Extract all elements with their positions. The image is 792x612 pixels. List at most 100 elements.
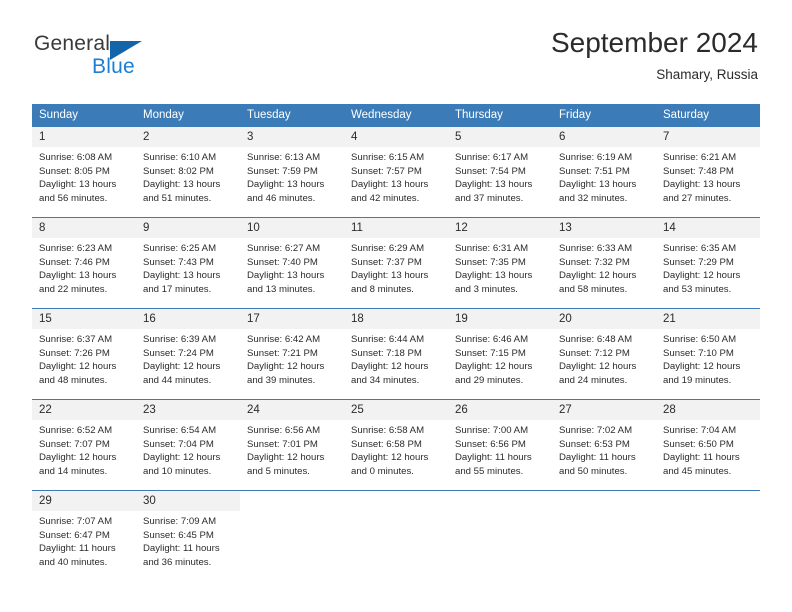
daylight-text-line1: Daylight: 12 hours xyxy=(351,361,429,373)
daylight-text-line1: Daylight: 13 hours xyxy=(247,179,325,191)
calendar-day-cell[interactable]: 17 Sunrise: 6:42 AM Sunset: 7:21 PM Dayligh… xyxy=(240,308,344,400)
calendar-day-cell[interactable]: 15 Sunrise: 6:37 AM Sunset: 7:26 PM Dayligh… xyxy=(32,308,136,400)
sunrise-text: Sunrise: 6:52 AM xyxy=(39,425,113,436)
daylight-text-line2: and 50 minutes. xyxy=(559,465,628,477)
day-number: 10 xyxy=(240,218,344,238)
daylight-text-line1: Daylight: 13 hours xyxy=(39,179,117,191)
calendar-day-cell[interactable]: 12 Sunrise: 6:31 AM Sunset: 7:35 PM Dayligh… xyxy=(448,217,552,309)
calendar-day-cell[interactable]: 10 Sunrise: 6:27 AM Sunset: 7:40 PM Dayligh… xyxy=(240,217,344,309)
daylight-text-line1: Daylight: 12 hours xyxy=(247,361,325,373)
sunrise-text: Sunrise: 7:07 AM xyxy=(39,516,113,527)
day-details: Sunrise: 6:19 AM Sunset: 7:51 PM Daylight:… xyxy=(552,147,656,205)
day-details: Sunrise: 6:48 AM Sunset: 7:12 PM Daylight:… xyxy=(552,329,656,387)
sunrise-text: Sunrise: 6:48 AM xyxy=(559,334,633,345)
daylight-text-line1: Daylight: 12 hours xyxy=(455,361,533,373)
calendar-day-cell[interactable]: 11 Sunrise: 6:29 AM Sunset: 7:37 PM Dayligh… xyxy=(344,217,448,309)
day-number: 20 xyxy=(552,309,656,329)
daylight-text-line1: Daylight: 12 hours xyxy=(559,270,637,282)
sunset-text: Sunset: 7:46 PM xyxy=(39,256,110,268)
weekday-header-tuesday: Tuesday xyxy=(240,104,344,127)
sunset-text: Sunset: 6:50 PM xyxy=(663,438,734,450)
sunrise-text: Sunrise: 6:23 AM xyxy=(39,243,113,254)
sunset-text: Sunset: 7:54 PM xyxy=(455,165,526,177)
calendar-day-cell[interactable]: 24 Sunrise: 6:56 AM Sunset: 7:01 PM Dayligh… xyxy=(240,399,344,491)
calendar-week-row: 1 Sunrise: 6:08 AM Sunset: 8:05 PM Daylight… xyxy=(32,127,760,218)
calendar-day-cell[interactable]: 20 Sunrise: 6:48 AM Sunset: 7:12 PM Dayligh… xyxy=(552,308,656,400)
calendar-day-cell[interactable]: 18 Sunrise: 6:44 AM Sunset: 7:18 PM Dayligh… xyxy=(344,308,448,400)
calendar-day-cell[interactable]: 26 Sunrise: 7:00 AM Sunset: 6:56 PM Dayligh… xyxy=(448,399,552,491)
calendar-day-cell[interactable]: 6 Sunrise: 6:19 AM Sunset: 7:51 PM Daylight… xyxy=(552,127,656,218)
calendar-day-cell[interactable]: 30 Sunrise: 7:09 AM Sunset: 6:45 PM Dayligh… xyxy=(136,490,240,581)
weekday-header-label: Wednesday xyxy=(351,109,412,121)
sunset-text: Sunset: 7:48 PM xyxy=(663,165,734,177)
day-details: Sunrise: 6:58 AM Sunset: 6:58 PM Daylight:… xyxy=(344,420,448,478)
calendar-day-cell[interactable]: 22 Sunrise: 6:52 AM Sunset: 7:07 PM Dayligh… xyxy=(32,399,136,491)
sunrise-text: Sunrise: 6:39 AM xyxy=(143,334,217,345)
day-number: 24 xyxy=(240,400,344,420)
calendar-day-cell[interactable]: 4 Sunrise: 6:15 AM Sunset: 7:57 PM Daylight… xyxy=(344,127,448,218)
sunset-text: Sunset: 7:04 PM xyxy=(143,438,214,450)
daylight-text-line2: and 27 minutes. xyxy=(663,192,732,204)
daylight-text-line2: and 53 minutes. xyxy=(663,283,732,295)
day-details: Sunrise: 6:50 AM Sunset: 7:10 PM Daylight:… xyxy=(656,329,760,387)
day-number: 13 xyxy=(552,218,656,238)
day-details: Sunrise: 6:56 AM Sunset: 7:01 PM Daylight:… xyxy=(240,420,344,478)
daylight-text-line1: Daylight: 12 hours xyxy=(663,361,741,373)
day-number xyxy=(240,491,344,511)
day-details xyxy=(656,511,760,515)
day-number: 6 xyxy=(552,127,656,147)
day-details: Sunrise: 7:00 AM Sunset: 6:56 PM Daylight:… xyxy=(448,420,552,478)
day-number xyxy=(344,491,448,511)
daylight-text-line1: Daylight: 11 hours xyxy=(455,452,532,464)
calendar-day-cell[interactable]: 21 Sunrise: 6:50 AM Sunset: 7:10 PM Dayligh… xyxy=(656,308,760,400)
sunrise-text: Sunrise: 6:56 AM xyxy=(247,425,321,436)
daylight-text-line1: Daylight: 12 hours xyxy=(143,452,221,464)
logo-text-general: General xyxy=(34,32,111,55)
calendar-day-cell[interactable]: 16 Sunrise: 6:39 AM Sunset: 7:24 PM Dayligh… xyxy=(136,308,240,400)
daylight-text-line2: and 40 minutes. xyxy=(39,556,108,568)
calendar-day-cell[interactable]: 29 Sunrise: 7:07 AM Sunset: 6:47 PM Dayligh… xyxy=(32,490,136,581)
calendar-header-row: Sunday Monday Tuesday Wednesday Thursday Frid… xyxy=(32,104,760,127)
calendar-day-cell[interactable]: 5 Sunrise: 6:17 AM Sunset: 7:54 PM Daylight… xyxy=(448,127,552,218)
day-number: 29 xyxy=(32,491,136,511)
page-subtitle: Shamary, Russia xyxy=(656,67,758,82)
calendar-day-cell[interactable]: 19 Sunrise: 6:46 AM Sunset: 7:15 PM Dayligh… xyxy=(448,308,552,400)
sunrise-text: Sunrise: 6:31 AM xyxy=(455,243,529,254)
calendar-day-cell[interactable]: 13 Sunrise: 6:33 AM Sunset: 7:32 PM Dayligh… xyxy=(552,217,656,309)
calendar-day-cell[interactable]: 1 Sunrise: 6:08 AM Sunset: 8:05 PM Daylight… xyxy=(32,127,136,218)
calendar-day-cell[interactable]: 27 Sunrise: 7:02 AM Sunset: 6:53 PM Dayligh… xyxy=(552,399,656,491)
daylight-text-line1: Daylight: 12 hours xyxy=(247,452,325,464)
weekday-header-monday: Monday xyxy=(136,104,240,127)
calendar-day-cell[interactable]: 7 Sunrise: 6:21 AM Sunset: 7:48 PM Daylight… xyxy=(656,127,760,218)
calendar-day-cell[interactable]: 3 Sunrise: 6:13 AM Sunset: 7:59 PM Daylight… xyxy=(240,127,344,218)
calendar-day-cell[interactable]: 14 Sunrise: 6:35 AM Sunset: 7:29 PM Dayligh… xyxy=(656,217,760,309)
calendar-day-cell[interactable]: 25 Sunrise: 6:58 AM Sunset: 6:58 PM Dayligh… xyxy=(344,399,448,491)
day-number: 17 xyxy=(240,309,344,329)
day-number xyxy=(448,491,552,511)
daylight-text-line2: and 13 minutes. xyxy=(247,283,316,295)
calendar-day-cell-empty xyxy=(240,490,344,581)
day-details: Sunrise: 6:33 AM Sunset: 7:32 PM Daylight:… xyxy=(552,238,656,296)
weekday-header-label: Friday xyxy=(559,109,591,121)
sunset-text: Sunset: 6:45 PM xyxy=(143,529,214,541)
general-blue-logo[interactable]: General Blue xyxy=(34,32,254,90)
weekday-header-thursday: Thursday xyxy=(448,104,552,127)
day-number: 15 xyxy=(32,309,136,329)
daylight-text-line2: and 36 minutes. xyxy=(143,556,212,568)
daylight-text-line2: and 29 minutes. xyxy=(455,374,524,386)
calendar-day-cell[interactable]: 28 Sunrise: 7:04 AM Sunset: 6:50 PM Dayligh… xyxy=(656,399,760,491)
day-number: 22 xyxy=(32,400,136,420)
sunset-text: Sunset: 7:37 PM xyxy=(351,256,422,268)
sunrise-text: Sunrise: 6:50 AM xyxy=(663,334,737,345)
daylight-text-line1: Daylight: 11 hours xyxy=(663,452,740,464)
day-number: 21 xyxy=(656,309,760,329)
day-details: Sunrise: 7:09 AM Sunset: 6:45 PM Daylight:… xyxy=(136,511,240,569)
day-number: 11 xyxy=(344,218,448,238)
calendar-day-cell[interactable]: 23 Sunrise: 6:54 AM Sunset: 7:04 PM Dayligh… xyxy=(136,399,240,491)
calendar-day-cell[interactable]: 8 Sunrise: 6:23 AM Sunset: 7:46 PM Daylight… xyxy=(32,217,136,309)
calendar-day-cell[interactable]: 2 Sunrise: 6:10 AM Sunset: 8:02 PM Daylight… xyxy=(136,127,240,218)
calendar-day-cell[interactable]: 9 Sunrise: 6:25 AM Sunset: 7:43 PM Daylight… xyxy=(136,217,240,309)
sunset-text: Sunset: 7:32 PM xyxy=(559,256,630,268)
sunset-text: Sunset: 8:05 PM xyxy=(39,165,110,177)
daylight-text-line2: and 37 minutes. xyxy=(455,192,524,204)
